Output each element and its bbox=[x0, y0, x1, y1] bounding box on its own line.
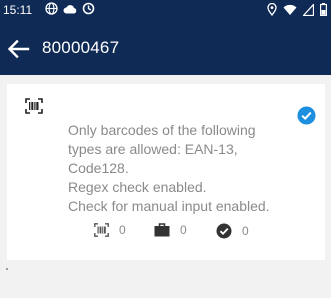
barcode-count-icon bbox=[94, 223, 109, 237]
scanned-count: 0 bbox=[119, 223, 126, 237]
barcode-scan-icon bbox=[25, 98, 43, 114]
location-icon bbox=[267, 3, 277, 16]
completed-counter: 0 bbox=[216, 223, 249, 239]
status-time: 15:11 bbox=[3, 3, 33, 17]
sync-icon bbox=[82, 2, 95, 15]
globe-icon bbox=[45, 2, 58, 15]
signal-icon bbox=[303, 3, 314, 16]
rule-line: Regex check enabled. bbox=[68, 179, 207, 195]
app-bar: 80000467 bbox=[0, 21, 331, 75]
barcode-rule-description: Only barcodes of the following types are… bbox=[68, 121, 298, 216]
rule-line: Code128. bbox=[68, 160, 129, 176]
briefcase-icon bbox=[154, 223, 170, 237]
barcode-rule-card[interactable]: Only barcodes of the following types are… bbox=[7, 84, 325, 260]
back-arrow-icon[interactable] bbox=[6, 37, 32, 61]
check-circle-icon bbox=[216, 223, 232, 239]
rule-line: Check for manual input enabled. bbox=[68, 198, 270, 214]
completed-count: 0 bbox=[242, 224, 249, 238]
packages-counter: 0 bbox=[154, 223, 187, 237]
status-bar: 15:11 bbox=[0, 0, 331, 21]
selected-check-icon[interactable] bbox=[297, 106, 316, 125]
divider-dot bbox=[6, 268, 8, 270]
wifi-icon bbox=[283, 4, 297, 15]
scanned-counter: 0 bbox=[94, 223, 126, 237]
rule-line: Only barcodes of the following bbox=[68, 122, 256, 138]
page-title: 80000467 bbox=[42, 38, 120, 57]
cloud-icon bbox=[63, 4, 77, 13]
rule-line: types are allowed: EAN-13, bbox=[68, 141, 238, 157]
battery-icon bbox=[320, 3, 327, 16]
packages-count: 0 bbox=[180, 223, 187, 237]
